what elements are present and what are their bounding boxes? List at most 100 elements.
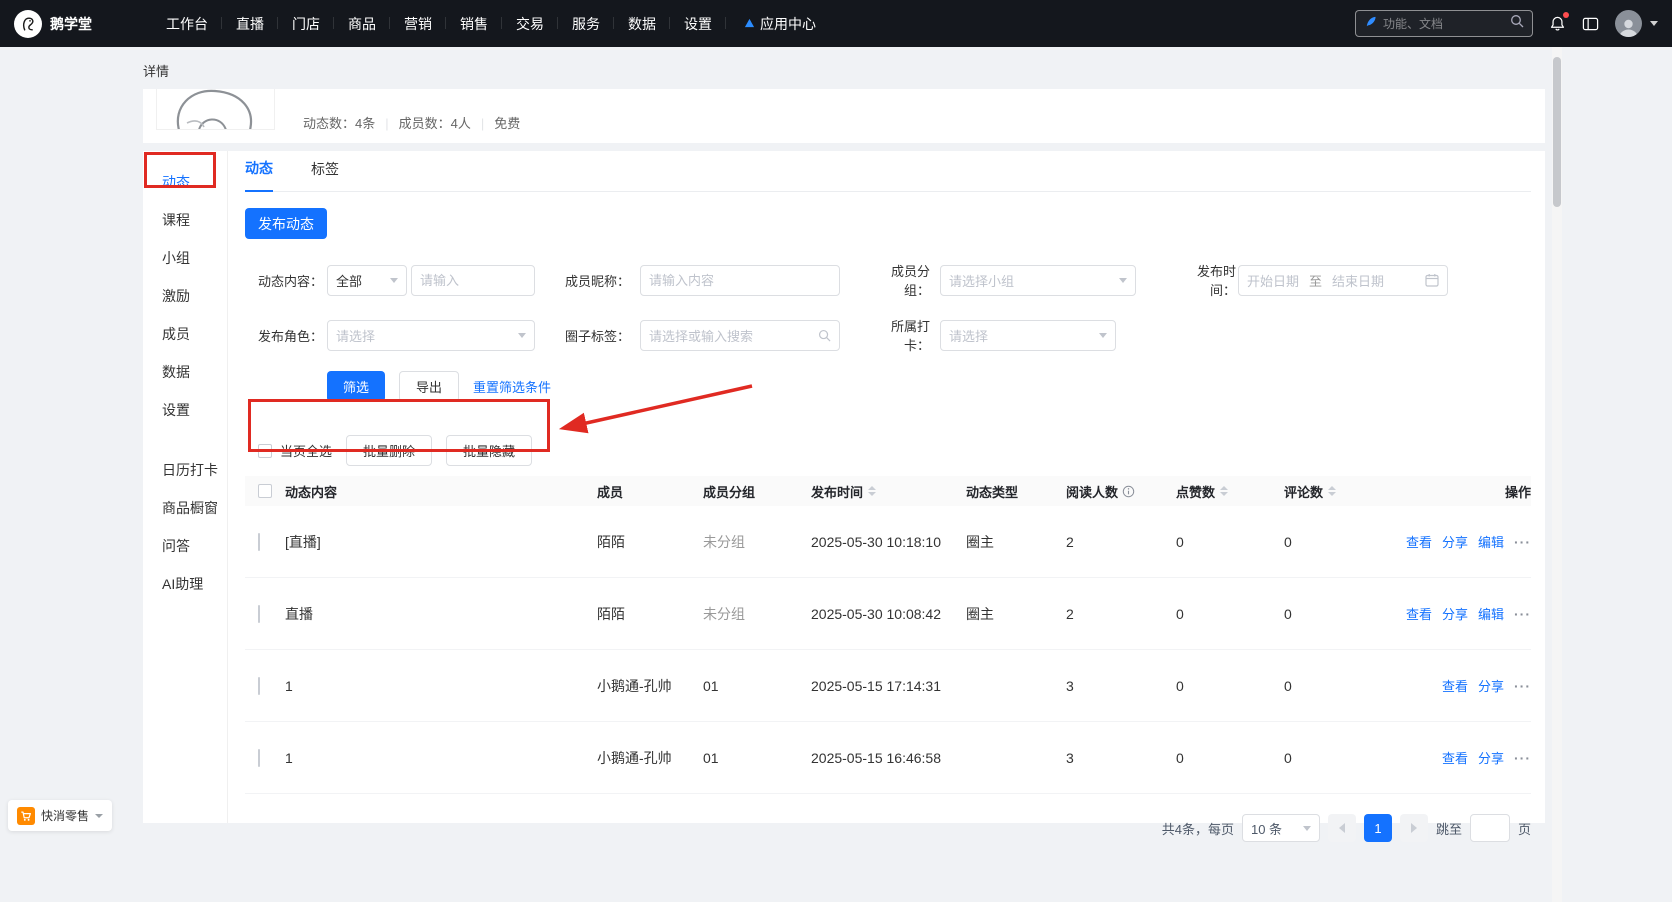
- sidebar-item-qa[interactable]: 问答: [143, 527, 227, 565]
- global-search[interactable]: [1355, 10, 1533, 37]
- current-page-button[interactable]: 1: [1364, 814, 1392, 842]
- share-link[interactable]: 分享: [1478, 748, 1504, 767]
- member-nickname-input[interactable]: [640, 265, 840, 296]
- view-link[interactable]: 查看: [1442, 748, 1468, 767]
- sort-icon: [1220, 486, 1228, 496]
- col-time-sortable[interactable]: 发布时间: [811, 482, 966, 501]
- table-row: 直播 陌陌 未分组 2025-05-30 10:08:42 圈主 2 0 0 查…: [245, 578, 1531, 650]
- chevron-down-icon: [1099, 333, 1107, 338]
- tab-labels[interactable]: 标签: [311, 159, 339, 191]
- reset-filters-link[interactable]: 重置筛选条件: [473, 377, 551, 396]
- nav-item-app-center[interactable]: 应用中心: [730, 14, 830, 34]
- sidebar-item-data[interactable]: 数据: [143, 353, 227, 391]
- col-likes-sortable[interactable]: 点赞数: [1176, 482, 1284, 501]
- cell-type: 圈主: [966, 604, 1066, 624]
- global-search-input[interactable]: [1383, 17, 1504, 31]
- view-link[interactable]: 查看: [1406, 532, 1432, 551]
- user-avatar[interactable]: [1615, 10, 1642, 37]
- avatar-chevron-down-icon[interactable]: [1650, 21, 1658, 26]
- col-content: 动态内容: [285, 482, 597, 501]
- search-icon[interactable]: [1510, 14, 1524, 33]
- select-all-checkbox[interactable]: [258, 444, 272, 458]
- next-page-button[interactable]: [1400, 814, 1428, 842]
- more-actions-icon[interactable]: ···: [1514, 750, 1531, 766]
- col-member: 成员: [597, 482, 703, 501]
- content-keyword-field[interactable]: [420, 273, 526, 288]
- pagination: 共4条，每页 10 条 1 跳至 页: [245, 814, 1531, 842]
- sidebar-item-ai-assistant[interactable]: AI助理: [143, 565, 227, 603]
- cell-time: 2025-05-30 10:08:42: [811, 606, 966, 622]
- jump-to-page-input[interactable]: [1470, 814, 1510, 842]
- more-actions-icon[interactable]: ···: [1514, 678, 1531, 694]
- checkin-select[interactable]: 请选择: [940, 320, 1116, 351]
- chevron-left-icon: [1339, 823, 1345, 833]
- sidebar-item-incentive[interactable]: 激励: [143, 277, 227, 315]
- info-icon[interactable]: [1122, 485, 1135, 498]
- nav-item-goods[interactable]: 商品: [334, 14, 390, 34]
- sidebar-item-shop-window[interactable]: 商品橱窗: [143, 489, 227, 527]
- share-link[interactable]: 分享: [1478, 676, 1504, 695]
- page-size-select[interactable]: 10 条: [1242, 814, 1320, 842]
- export-button[interactable]: 导出: [399, 371, 459, 402]
- share-link[interactable]: 分享: [1442, 532, 1468, 551]
- scrollbar-thumb[interactable]: [1553, 57, 1561, 207]
- nav-item-workbench[interactable]: 工作台: [152, 14, 222, 34]
- nav-item-live[interactable]: 直播: [222, 14, 278, 34]
- view-link[interactable]: 查看: [1442, 676, 1468, 695]
- row-checkbox[interactable]: [258, 533, 260, 551]
- publish-moment-button[interactable]: 发布动态: [245, 208, 327, 239]
- app-center-label: 应用中心: [760, 14, 816, 34]
- member-group-select[interactable]: 请选择小组: [940, 265, 1136, 296]
- sidebar-item-courses[interactable]: 课程: [143, 201, 227, 239]
- nav-item-trade[interactable]: 交易: [502, 14, 558, 34]
- more-actions-icon[interactable]: ···: [1514, 534, 1531, 550]
- filter-button[interactable]: 筛选: [327, 371, 385, 402]
- table-row: [直播] 陌陌 未分组 2025-05-30 10:18:10 圈主 2 0 0…: [245, 506, 1531, 578]
- calendar-icon: [1425, 273, 1439, 287]
- sidebar-item-members[interactable]: 成员: [143, 315, 227, 353]
- edit-link[interactable]: 编辑: [1478, 532, 1504, 551]
- chevron-down-icon: [1303, 826, 1311, 831]
- cell-time: 2025-05-15 17:14:31: [811, 678, 966, 694]
- scrollbar-track[interactable]: [1552, 47, 1562, 902]
- col-operations: 操作: [1505, 482, 1531, 501]
- prev-page-button[interactable]: [1328, 814, 1356, 842]
- row-checkbox[interactable]: [258, 605, 260, 623]
- more-actions-icon[interactable]: ···: [1514, 606, 1531, 622]
- edit-link[interactable]: 编辑: [1478, 604, 1504, 623]
- filter-label-circle-tag: 圈子标签：: [545, 326, 630, 345]
- header-checkbox[interactable]: [258, 484, 272, 498]
- nav-item-service[interactable]: 服务: [558, 14, 614, 34]
- content-type-select[interactable]: 全部: [327, 265, 407, 296]
- filter-row-1: 动态内容： 全部 成员昵称： 成员分组： 请选择小组: [245, 261, 1531, 299]
- content-keyword-input[interactable]: [411, 265, 535, 296]
- nav-item-marketing[interactable]: 营销: [390, 14, 446, 34]
- cell-member: 陌陌: [597, 604, 703, 624]
- sidebar-item-groups[interactable]: 小组: [143, 239, 227, 277]
- brand-logo-goose-icon: [14, 10, 42, 38]
- publish-time-range-picker[interactable]: 开始日期 至 结束日期: [1238, 265, 1448, 296]
- end-date-placeholder: 结束日期: [1332, 271, 1384, 290]
- share-link[interactable]: 分享: [1442, 604, 1468, 623]
- col-comments-sortable[interactable]: 评论数: [1284, 482, 1404, 501]
- batch-delete-button[interactable]: 批量删除: [346, 435, 432, 466]
- row-checkbox[interactable]: [258, 677, 260, 695]
- sidebar-item-settings[interactable]: 设置: [143, 391, 227, 429]
- view-link[interactable]: 查看: [1406, 604, 1432, 623]
- nav-item-sales[interactable]: 销售: [446, 14, 502, 34]
- workspace-panel-icon[interactable]: [1582, 16, 1599, 32]
- app-center-icon: [744, 16, 755, 32]
- nav-item-store[interactable]: 门店: [278, 14, 334, 34]
- tab-moments[interactable]: 动态: [245, 158, 273, 192]
- nav-item-data[interactable]: 数据: [614, 14, 670, 34]
- row-checkbox[interactable]: [258, 749, 260, 767]
- batch-hide-button[interactable]: 批量隐藏: [446, 435, 532, 466]
- member-nickname-field[interactable]: [649, 273, 831, 288]
- nav-item-settings[interactable]: 设置: [670, 14, 726, 34]
- sidebar-item-moments[interactable]: 动态: [143, 163, 227, 201]
- sidebar-item-calendar-checkin[interactable]: 日历打卡: [143, 451, 227, 489]
- publish-role-select[interactable]: 请选择: [327, 320, 535, 351]
- circle-tag-search-select[interactable]: 请选择或输入搜索: [640, 320, 840, 351]
- notifications-bell-icon[interactable]: [1549, 15, 1566, 32]
- industry-switcher[interactable]: 快消零售: [8, 800, 112, 831]
